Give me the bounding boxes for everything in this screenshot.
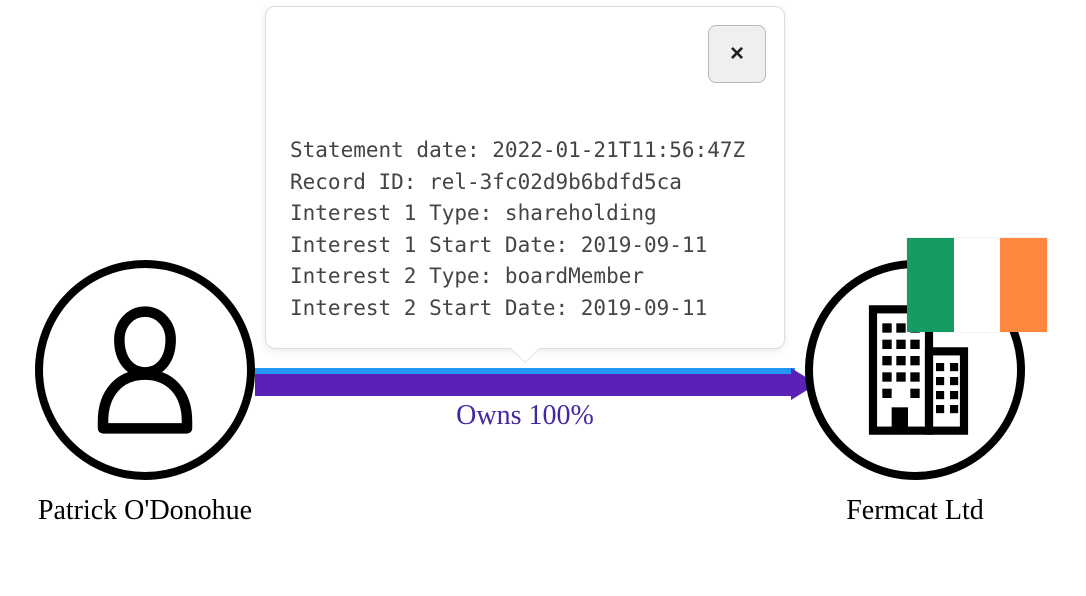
ownership-edge — [255, 368, 795, 400]
node-person: Patrick O'Donohue — [30, 260, 260, 528]
node-company-circle — [805, 260, 1025, 480]
node-person-label: Patrick O'Donohue — [30, 494, 260, 528]
popover-content: Statement date: 2022-01-21T11:56:47Z Rec… — [290, 135, 760, 324]
ownership-edge-label: Owns 100% — [255, 400, 795, 432]
person-icon — [85, 300, 205, 440]
close-icon: × — [730, 40, 744, 68]
ireland-flag-icon — [907, 238, 1047, 332]
node-company-label: Fermcat Ltd — [800, 494, 1030, 528]
node-company: Fermcat Ltd — [800, 260, 1030, 528]
relationship-details-popover: × Statement date: 2022-01-21T11:56:47Z R… — [265, 6, 785, 349]
node-person-circle — [35, 260, 255, 480]
popover-tail-icon — [511, 348, 539, 362]
close-button[interactable]: × — [708, 25, 766, 83]
